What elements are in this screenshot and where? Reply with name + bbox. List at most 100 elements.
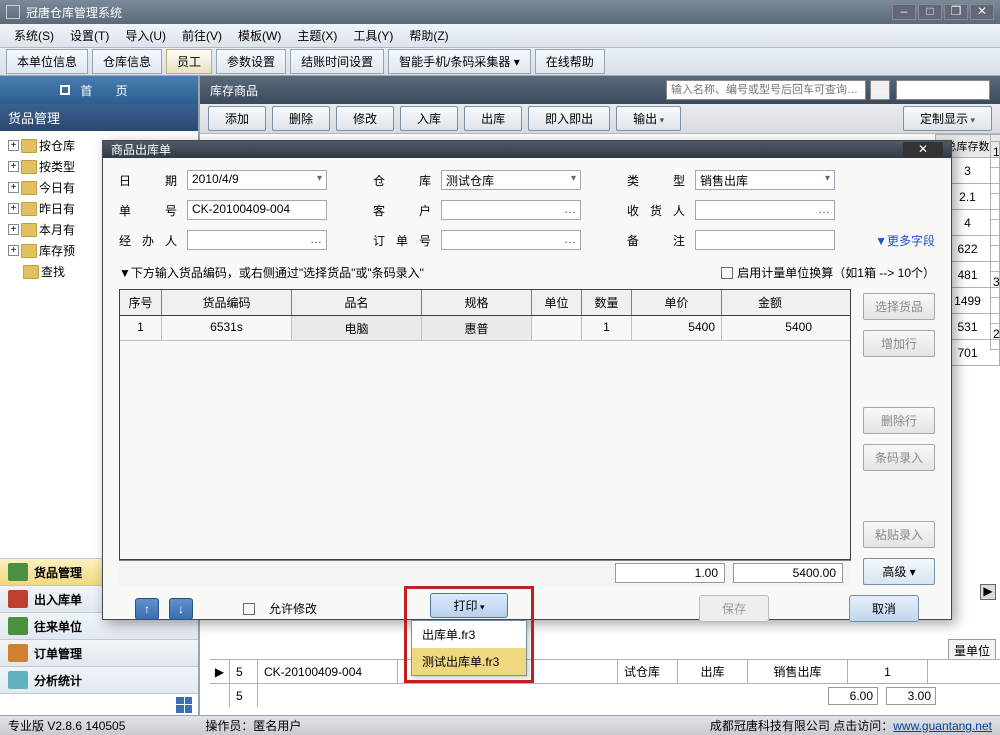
tree-expand-icon[interactable]: + (8, 224, 19, 235)
tab-button[interactable]: 智能手机/条码采集器 ▾ (388, 49, 531, 74)
company-label: 成都冠唐科技有限公司 点击访问： (710, 717, 893, 734)
unit-conv-label: 启用计量单位换算（如1箱 --> 10个） (737, 264, 935, 281)
label-order-id: 订 单 号 (373, 232, 433, 249)
bottom-summary-row: 5 (210, 683, 1000, 707)
print-menu: 出库单.fr3 测试出库单.fr3 (411, 620, 527, 676)
tree-expand-icon[interactable]: + (8, 161, 19, 172)
grid-header: 单位 (532, 290, 582, 315)
type-select[interactable]: 销售出库 (695, 170, 835, 190)
company-url[interactable]: www.guantang.net (893, 719, 992, 733)
save-button[interactable]: 保存 (699, 595, 769, 622)
prev-record-button[interactable]: ↑ (135, 598, 159, 620)
grid-side-button[interactable]: 增加行 (863, 330, 935, 357)
grid-side-button[interactable]: 删除行 (863, 407, 935, 434)
sidebar-section-header: 货品管理 (0, 104, 198, 131)
scroll-right-button[interactable]: ▶ (980, 584, 996, 600)
order-no-input[interactable]: CK-20100409-004 (187, 200, 327, 220)
menu-item[interactable]: 模板(W) (230, 25, 289, 46)
menu-bar: 系统(S)设置(T)导入(U)前往(V)模板(W)主题(X)工具(Y)帮助(Z) (0, 24, 1000, 48)
outbound-dialog: 商品出库单 ✕ 日 期 2010/4/9 仓 库 测试仓库 类 型 销售出库 单… (102, 140, 952, 620)
sidebar-footer (0, 693, 198, 715)
remark-input[interactable] (695, 230, 835, 250)
tab-button[interactable]: 结账时间设置 (290, 49, 384, 74)
tab-button[interactable]: 本单位信息 (6, 49, 88, 74)
app-title: 冠唐仓库管理系统 (26, 4, 122, 21)
tab-button[interactable]: 参数设置 (216, 49, 286, 74)
print-menu-item[interactable]: 出库单.fr3 (412, 621, 526, 648)
tree-expand-icon[interactable]: + (8, 203, 19, 214)
allow-modify-label: 允许修改 (269, 600, 317, 617)
status-bar: 专业版 V2.8.6 140505 操作员：匿名用户 成都冠唐科技有限公司 点击… (0, 715, 1000, 735)
toolbar-button[interactable]: 出库 (464, 106, 522, 131)
summary-value-2[interactable] (886, 687, 936, 705)
edition-label: 专业版 V2.8.6 140505 (8, 717, 125, 734)
grid-header: 单价 (632, 290, 722, 315)
minimize-button[interactable]: – (892, 4, 916, 20)
unit-conv-checkbox[interactable] (721, 267, 733, 279)
cancel-button[interactable]: 取消 (849, 595, 919, 622)
window-titlebar: 冠唐仓库管理系统 – □ ❐ ✕ (0, 0, 1000, 24)
menu-item[interactable]: 工具(Y) (345, 25, 401, 46)
tab-button[interactable]: 仓库信息 (92, 49, 162, 74)
toolbar-button[interactable]: 添加 (208, 106, 266, 131)
items-grid: 序号货品编码品名规格单位数量单价金额 1 6531s 电脑 惠普 1 5400 … (119, 289, 851, 560)
next-record-button[interactable]: ↓ (169, 598, 193, 620)
content-title: 库存商品 (210, 82, 258, 99)
menu-item[interactable]: 系统(S) (6, 25, 62, 46)
menu-item[interactable]: 前往(V) (174, 25, 230, 46)
order-id-input[interactable] (441, 230, 581, 250)
print-button[interactable]: 打印 (430, 593, 507, 618)
toolbar-button[interactable]: 输出 (616, 106, 681, 131)
close-button[interactable]: ✕ (970, 4, 994, 20)
grid-row[interactable]: 1 6531s 电脑 惠普 1 5400 5400 (120, 316, 850, 341)
bottom-grid: ▶ 5 CK-20100409-004 试仓库 出库 销售出库 1 5 (210, 659, 1000, 707)
grid-side-button[interactable]: 高级 ▾ (863, 558, 935, 585)
module-icon (8, 671, 28, 689)
custom-display-button[interactable]: 定制显示 (903, 106, 992, 131)
tree-expand-icon[interactable]: + (8, 140, 19, 151)
grid-side-button[interactable]: 粘贴录入 (863, 521, 935, 548)
label-handler: 经 办 人 (119, 232, 179, 249)
dialog-close-button[interactable]: ✕ (903, 142, 943, 158)
bottom-row[interactable]: ▶ 5 CK-20100409-004 试仓库 出库 销售出库 1 (210, 659, 1000, 683)
folder-icon (21, 139, 37, 153)
menu-item[interactable]: 设置(T) (62, 25, 117, 46)
grid-side-button[interactable]: 条码录入 (863, 444, 935, 471)
folder-icon (21, 223, 37, 237)
grid-side-button[interactable]: 选择货品 (863, 293, 935, 320)
tab-bar: 本单位信息仓库信息员工参数设置结账时间设置智能手机/条码采集器 ▾在线帮助 (0, 48, 1000, 76)
toolbar-button[interactable]: 删除 (272, 106, 330, 131)
restore-button[interactable]: □ (918, 4, 942, 20)
sidebar-home[interactable]: 首 页 (0, 76, 198, 104)
allow-modify-checkbox[interactable] (243, 603, 255, 615)
sidebar-module[interactable]: 订单管理 (0, 639, 198, 666)
toolbar-button[interactable]: 即入即出 (528, 106, 610, 131)
summary-value-1[interactable] (828, 687, 878, 705)
toolbar-button[interactable]: 修改 (336, 106, 394, 131)
search-more-button[interactable]: … (870, 80, 890, 100)
tree-expand-icon[interactable]: + (8, 182, 19, 193)
customer-input[interactable] (441, 200, 581, 220)
menu-item[interactable]: 帮助(Z) (401, 25, 456, 46)
module-icon (8, 644, 28, 662)
more-fields-link[interactable]: ▼更多字段 (875, 232, 935, 249)
tree-expand-icon[interactable]: + (8, 245, 19, 256)
warehouse-select[interactable]: 测试仓库 (441, 170, 581, 190)
tab-button[interactable]: 在线帮助 (535, 49, 605, 74)
menu-item[interactable]: 主题(X) (289, 25, 345, 46)
maximize-button[interactable]: ❐ (944, 4, 968, 20)
handler-input[interactable] (187, 230, 327, 250)
receiver-input[interactable] (695, 200, 835, 220)
menu-item[interactable]: 导入(U) (117, 25, 174, 46)
search-scope-select[interactable]: 搜索仓库范围 (896, 80, 990, 100)
grid-view-icon[interactable] (176, 697, 192, 713)
total-qty: 1.00 (615, 563, 725, 583)
folder-icon (21, 244, 37, 258)
grid-header: 规格 (422, 290, 532, 315)
tab-button[interactable]: 员工 (166, 49, 212, 74)
search-input[interactable] (666, 80, 866, 100)
toolbar-button[interactable]: 入库 (400, 106, 458, 131)
print-menu-item[interactable]: 测试出库单.fr3 (412, 648, 526, 675)
date-input[interactable]: 2010/4/9 (187, 170, 327, 190)
sidebar-module[interactable]: 分析统计 (0, 666, 198, 693)
